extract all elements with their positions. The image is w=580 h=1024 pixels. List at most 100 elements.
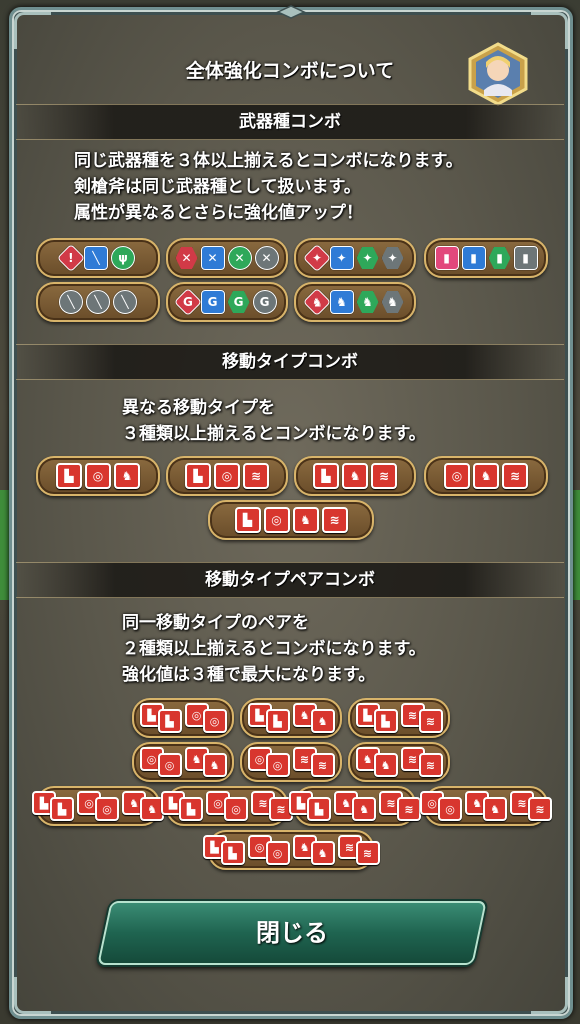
armored-pair-icon: ◎ ◎ [77,791,119,821]
flying-pair-icon: ≋ ≋ [337,835,380,865]
weapon-combo-sword-lance-axe[interactable]: ! ╲ ψ [36,238,160,278]
infantry-icon: ▙ [313,463,339,489]
weapon-combo-tome[interactable]: ▮ ▮ ▮ ▮ [424,238,548,278]
move-combo-line-1: 異なる移動タイプを [122,398,275,418]
flying-pair-icon: ≋ ≋ [251,791,293,821]
staff-icon: ╲ [86,290,110,314]
pair-combo-line-3: 強化値は３種で最大になります。 [122,665,376,685]
pair-combo-infantry-cavalry[interactable]: ▙ ▙ ♞ ♞ [240,698,342,738]
weapon-combo-line-3: 属性が異なるとさらに強化値アップ！ [74,203,363,223]
flying-icon: ≋ [371,463,397,489]
axe-icon: ψ [111,246,135,270]
beast-green-icon: ♞ [356,291,379,313]
close-button[interactable]: 閉じる [97,901,487,965]
pair-combo-armored-cavalry[interactable]: ◎ ◎ ♞ ♞ [132,742,234,782]
armored-pair-icon: ◎ ◎ [139,747,182,777]
cavalry-pair-icon: ♞ ♞ [465,791,507,821]
beast-gray-icon: ♞ [381,291,404,313]
cavalry-pair-icon: ♞ ♞ [334,791,376,821]
tome-blue-icon: ▮ [461,246,486,270]
infantry-pair-icon: ▙ ▙ [202,835,245,865]
dagger-red-icon: ✦ [302,243,331,273]
tome-gray-icon: ▮ [513,246,538,270]
bow-blue-icon: ✕ [200,246,225,270]
infantry-pair-icon: ▙ ▙ [139,703,182,733]
dagger-blue-icon: ✦ [329,246,354,270]
flying-pair-icon: ≋ ≋ [510,791,552,821]
move-combo-line-2: ３種類以上揃えるとコンボになります。 [122,424,426,444]
staff-icon: ╲ [59,290,83,314]
move-combo-infantry-cavalry-flying[interactable]: ▙ ♞ ≋ [294,456,416,496]
infantry-icon: ▙ [56,463,82,489]
armored-pair-icon: ◎ ◎ [206,791,248,821]
staff-icon: ╲ [113,290,137,314]
armored-pair-icon: ◎ ◎ [184,703,227,733]
character-avatar-icon[interactable] [466,42,530,106]
flying-pair-icon: ≋ ≋ [379,791,421,821]
sword-icon: ! [56,243,86,273]
infantry-pair-icon: ▙ ▙ [289,791,331,821]
armored-pair-icon: ◎ ◎ [247,747,290,777]
beast-red-icon: ♞ [302,287,331,317]
cavalry-icon: ♞ [342,463,368,489]
flying-icon: ≋ [502,463,528,489]
cavalry-icon: ♞ [473,463,499,489]
tome-red-icon: ▮ [434,246,459,270]
cavalry-pair-icon: ♞ ♞ [292,703,335,733]
cavalry-pair-icon: ♞ ♞ [355,747,398,777]
dagger-gray-icon: ✦ [381,247,404,269]
beast-blue-icon: ♞ [329,290,354,314]
cavalry-icon: ♞ [292,507,319,533]
pair-combo-all-four[interactable]: ▙ ▙ ◎ ◎ ♞ ♞ ≋ ≋ [202,830,380,870]
weapon-combo-bow[interactable]: ✕ ✕ ✕ ✕ [166,238,288,278]
bow-red-icon: ✕ [175,247,198,269]
move-combo-armored-cavalry-flying[interactable]: ◎ ♞ ≋ [424,456,548,496]
pair-combo-infantry-armored-flying[interactable]: ▙ ▙ ◎ ◎ ≋ ≋ [161,786,293,826]
flying-icon: ≋ [243,463,269,489]
weapon-combo-line-2: 剣槍斧は同じ武器種として扱います。 [74,177,361,197]
breath-blue-icon: G [200,290,225,314]
frame-corner [14,977,51,1014]
dagger-green-icon: ✦ [356,247,379,269]
pair-combo-cavalry-flying[interactable]: ♞ ♞ ≋ ≋ [348,742,450,782]
infantry-pair-icon: ▙ ▙ [247,703,290,733]
weapon-combo-beast[interactable]: ♞ ♞ ♞ ♞ [294,282,416,322]
cavalry-pair-icon: ♞ ♞ [292,835,335,865]
armored-pair-icon: ◎ ◎ [247,835,290,865]
move-combo-all-four[interactable]: ▙ ◎ ♞ ≋ [208,500,374,540]
top-ornament-icon [276,5,306,19]
pair-combo-infantry-flying[interactable]: ▙ ▙ ≋ ≋ [348,698,450,738]
armored-icon: ◎ [85,463,111,489]
armored-pair-icon: ◎ ◎ [420,791,462,821]
pair-combo-infantry-cavalry-flying[interactable]: ▙ ▙ ♞ ♞ ≋ ≋ [289,786,421,826]
weapon-combo-heading: 武器種コンボ [16,104,564,140]
weapon-combo-line-1: 同じ武器種を３体以上揃えるとコンボになります。 [74,151,463,171]
weapon-combo-dagger[interactable]: ✦ ✦ ✦ ✦ [294,238,416,278]
pair-combo-armored-cavalry-flying[interactable]: ◎ ◎ ♞ ♞ ≋ ≋ [420,786,552,826]
frame-corner [531,12,568,49]
breath-red-icon: G [173,287,202,317]
close-button-label: 閉じる [256,919,328,947]
move-combo-heading: 移動タイプコンボ [16,344,564,380]
pair-combo-infantry-armored[interactable]: ▙ ▙ ◎ ◎ [132,698,234,738]
infantry-pair-icon: ▙ ▙ [161,791,203,821]
pair-combo-infantry-armored-cavalry[interactable]: ▙ ▙ ◎ ◎ ♞ ♞ [32,786,164,826]
move-combo-infantry-armored-flying[interactable]: ▙ ◎ ≋ [166,456,288,496]
infantry-icon: ▙ [185,463,211,489]
lance-icon: ╲ [84,246,108,270]
flying-icon: ≋ [321,507,348,533]
flying-pair-icon: ≋ ≋ [292,747,335,777]
weapon-combo-breath[interactable]: G G G G [166,282,288,322]
cavalry-pair-icon: ♞ ♞ [122,791,164,821]
pair-combo-line-1: 同一移動タイプのペアを [122,613,309,633]
frame-corner [531,977,568,1014]
infantry-pair-icon: ▙ ▙ [32,791,74,821]
bow-gray-icon: ✕ [254,246,279,270]
move-combo-infantry-armored-cavalry[interactable]: ▙ ◎ ♞ [36,456,160,496]
pair-combo-armored-flying[interactable]: ◎ ◎ ≋ ≋ [240,742,342,782]
flying-pair-icon: ≋ ≋ [400,747,443,777]
weapon-combo-staff[interactable]: ╲ ╲ ╲ [36,282,160,322]
breath-gray-icon: G [252,290,277,314]
cavalry-pair-icon: ♞ ♞ [184,747,227,777]
breath-green-icon: G [227,291,250,313]
